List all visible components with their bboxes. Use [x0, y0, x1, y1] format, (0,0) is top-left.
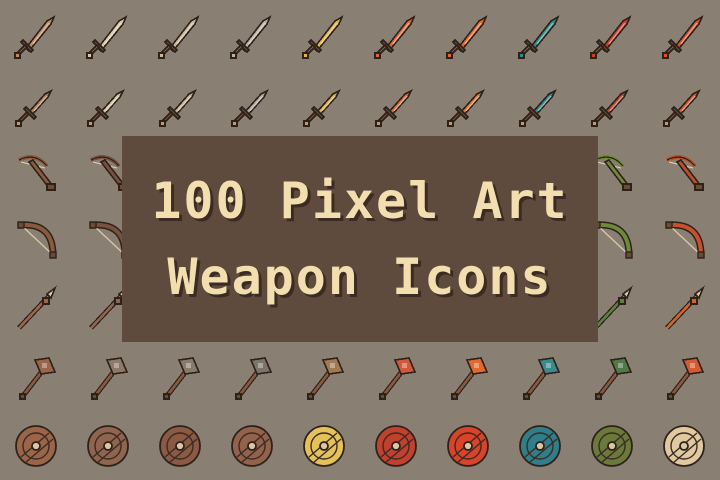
- icon-cell: [144, 411, 216, 480]
- sword-icon: [585, 7, 639, 61]
- icon-cell: [648, 206, 720, 275]
- hammer-icon: [369, 350, 423, 404]
- hammer-icon: [9, 350, 63, 404]
- shield-icon: [441, 419, 495, 473]
- hammer-icon: [657, 350, 711, 404]
- hammer-icon: [81, 350, 135, 404]
- dagger-icon: [657, 76, 711, 130]
- hammer-icon: [441, 350, 495, 404]
- icon-cell: [504, 343, 576, 412]
- bow-icon: [657, 213, 711, 267]
- icon-cell: [504, 0, 576, 69]
- shield-icon: [153, 419, 207, 473]
- title-line-1: 100 Pixel Art: [151, 172, 569, 230]
- icon-cell: [144, 69, 216, 138]
- sword-icon: [81, 7, 135, 61]
- icon-cell: [0, 274, 72, 343]
- shield-icon: [9, 419, 63, 473]
- icon-cell: [576, 343, 648, 412]
- sword-icon: [657, 7, 711, 61]
- dagger-icon: [153, 76, 207, 130]
- icon-cell: [648, 411, 720, 480]
- sword-icon: [9, 7, 63, 61]
- hammer-icon: [513, 350, 567, 404]
- dagger-icon: [585, 76, 639, 130]
- icon-cell: [432, 343, 504, 412]
- crossbow-icon: [9, 144, 63, 198]
- icon-cell: [432, 69, 504, 138]
- icon-cell: [72, 69, 144, 138]
- icon-cell: [0, 206, 72, 275]
- icon-cell: [648, 343, 720, 412]
- dagger-icon: [9, 76, 63, 130]
- title-line-2: Weapon Icons: [167, 248, 553, 306]
- icon-cell: [360, 0, 432, 69]
- icon-cell: [648, 0, 720, 69]
- icon-cell: [360, 411, 432, 480]
- icon-cell: [216, 69, 288, 138]
- bow-icon: [9, 213, 63, 267]
- icon-cell: [144, 343, 216, 412]
- icon-cell: [72, 0, 144, 69]
- sword-icon: [513, 7, 567, 61]
- icon-cell: [648, 274, 720, 343]
- icon-cell: [288, 411, 360, 480]
- dagger-icon: [81, 76, 135, 130]
- icon-cell: [0, 137, 72, 206]
- icon-cell: [0, 411, 72, 480]
- icon-cell: [360, 343, 432, 412]
- icon-cell: [648, 137, 720, 206]
- hammer-icon: [153, 350, 207, 404]
- icon-cell: [216, 343, 288, 412]
- dagger-icon: [441, 76, 495, 130]
- icon-cell: [576, 0, 648, 69]
- icon-cell: [504, 69, 576, 138]
- icon-cell: [144, 0, 216, 69]
- hammer-icon: [225, 350, 279, 404]
- icon-cell: [504, 411, 576, 480]
- sword-icon: [225, 7, 279, 61]
- icon-cell: [0, 0, 72, 69]
- hammer-icon: [585, 350, 639, 404]
- icon-cell: [72, 411, 144, 480]
- spear-icon: [657, 282, 711, 336]
- icon-cell: [216, 411, 288, 480]
- shield-icon: [369, 419, 423, 473]
- shield-icon: [81, 419, 135, 473]
- sword-icon: [441, 7, 495, 61]
- shield-icon: [513, 419, 567, 473]
- icon-cell: [576, 411, 648, 480]
- dagger-icon: [513, 76, 567, 130]
- shield-icon: [297, 419, 351, 473]
- crossbow-icon: [657, 144, 711, 198]
- dagger-icon: [297, 76, 351, 130]
- icon-cell: [432, 411, 504, 480]
- sword-icon: [297, 7, 351, 61]
- title-banner: 100 Pixel Art Weapon Icons: [122, 136, 598, 342]
- icon-cell: [216, 0, 288, 69]
- icon-cell: [576, 69, 648, 138]
- icon-cell: [288, 343, 360, 412]
- icon-cell: [288, 69, 360, 138]
- spear-icon: [9, 282, 63, 336]
- icon-cell: [0, 69, 72, 138]
- icon-cell: [360, 69, 432, 138]
- hammer-icon: [297, 350, 351, 404]
- icon-cell: [288, 0, 360, 69]
- icon-cell: [0, 343, 72, 412]
- shield-icon: [225, 419, 279, 473]
- shield-icon: [585, 419, 639, 473]
- dagger-icon: [225, 76, 279, 130]
- sword-icon: [369, 7, 423, 61]
- sword-icon: [153, 7, 207, 61]
- icon-cell: [648, 69, 720, 138]
- dagger-icon: [369, 76, 423, 130]
- icon-cell: [72, 343, 144, 412]
- icon-cell: [432, 0, 504, 69]
- shield-icon: [657, 419, 711, 473]
